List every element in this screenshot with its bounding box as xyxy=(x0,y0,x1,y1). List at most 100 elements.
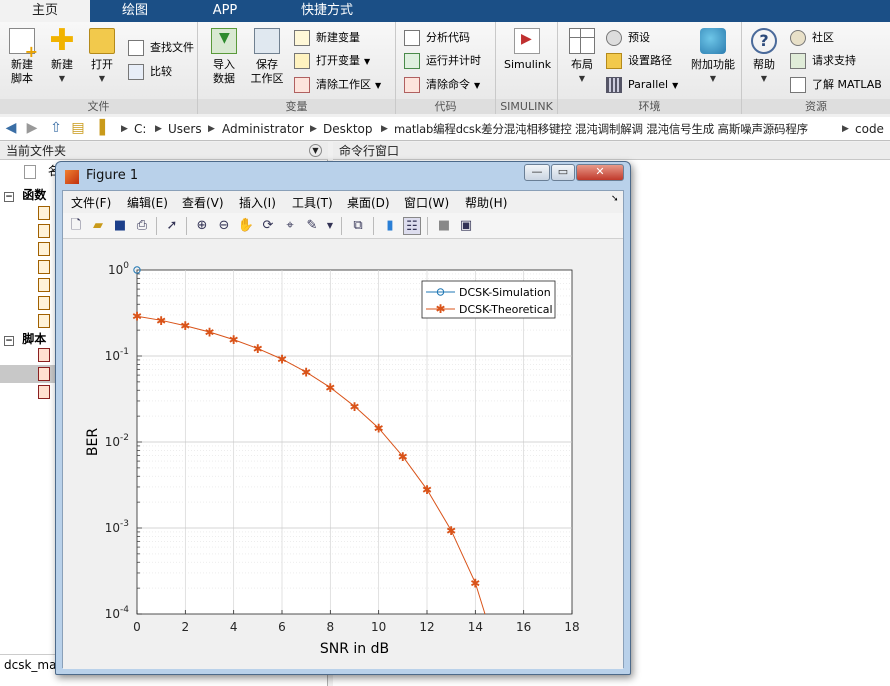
pan-icon[interactable]: ✋ xyxy=(237,217,255,235)
simulink-button[interactable]: Simulink xyxy=(504,28,551,72)
preferences-button[interactable]: 预设 xyxy=(606,28,650,48)
layout-button[interactable]: 布局 ▼ xyxy=(562,28,602,86)
set-path-button[interactable]: 设置路径 xyxy=(606,51,672,71)
new-figure-icon[interactable]: 🗋 xyxy=(67,217,85,235)
learn-matlab-button[interactable]: 了解 MATLAB xyxy=(790,75,882,95)
pointer-icon[interactable]: ➚ xyxy=(163,217,181,235)
import-label-2: 数据 xyxy=(213,72,235,85)
menu-edit[interactable]: 编辑(E) xyxy=(127,194,168,211)
menu-window[interactable]: 窗口(W) xyxy=(404,194,449,211)
forward-arrow-icon[interactable]: ▶ xyxy=(24,120,40,136)
minimize-button[interactable]: — xyxy=(524,164,550,181)
addons-button[interactable]: 附加功能 ▼ xyxy=(688,28,738,86)
collapse-icon[interactable]: − xyxy=(4,336,14,346)
group-label-resources: 资源 xyxy=(742,99,890,114)
menu-file[interactable]: 文件(F) xyxy=(71,194,111,211)
x-tick-label: 6 xyxy=(278,620,286,634)
data-cursor-icon[interactable]: ⌖ xyxy=(281,217,299,235)
function-file-icon[interactable] xyxy=(38,296,50,310)
breadcrumb-users[interactable]: Users xyxy=(168,120,202,138)
function-file-icon[interactable] xyxy=(38,278,50,292)
collapse-icon[interactable]: − xyxy=(4,192,14,202)
function-file-icon[interactable] xyxy=(38,242,50,256)
zoom-in-icon[interactable]: ⊕ xyxy=(193,217,211,235)
clear-commands-button[interactable]: 清除命令 ▼ xyxy=(404,75,480,95)
menu-desktop[interactable]: 桌面(D) xyxy=(347,194,390,211)
group-label-environment: 环境 xyxy=(558,99,741,114)
resources-group: ? 帮助 ▼ 社区 请求支持 了解 MATLAB 资源 xyxy=(742,22,890,114)
print-icon[interactable]: ⎙ xyxy=(133,217,151,235)
new-variable-button[interactable]: 新建变量 xyxy=(294,28,360,48)
import-data-button[interactable]: 导入 数据 xyxy=(204,28,244,86)
function-file-icon[interactable] xyxy=(38,224,50,238)
tab-plots[interactable]: 绘图 xyxy=(90,0,180,22)
brush-icon[interactable]: ✎ xyxy=(303,217,321,235)
show-plot-tools-icon[interactable]: ▣ xyxy=(457,217,475,235)
browse-folder-icon[interactable]: ▤ xyxy=(70,120,86,136)
new-button[interactable]: ✚ 新建 ▼ xyxy=(42,26,82,86)
hide-plot-tools-icon[interactable]: ■ xyxy=(435,217,453,235)
new-script-button[interactable]: 新建 脚本 xyxy=(2,28,42,86)
tab-shortcuts[interactable]: 快捷方式 xyxy=(270,0,384,22)
breadcrumb-code[interactable]: code xyxy=(855,120,884,138)
legend-icon[interactable]: ☷ xyxy=(403,217,421,235)
script-file-icon[interactable] xyxy=(38,348,50,362)
dock-arrow-icon[interactable]: ➘ xyxy=(611,194,619,204)
panel-menu-icon[interactable]: ▼ xyxy=(309,144,322,157)
figure-title: Figure 1 xyxy=(86,168,139,183)
tab-home[interactable]: 主页 xyxy=(0,0,90,22)
chart-legend[interactable]: DCSK-Simulation ✱ DCSK-Theoretical xyxy=(421,280,556,319)
data-point-theoretical: ✱ xyxy=(325,381,335,395)
rotate-icon[interactable]: ⟳ xyxy=(259,217,277,235)
chevron-down-icon[interactable]: ▼ xyxy=(321,217,339,235)
menu-tools[interactable]: 工具(T) xyxy=(292,194,333,211)
breadcrumb-administrator[interactable]: Administrator xyxy=(222,120,304,138)
clear-workspace-button[interactable]: 清除工作区 ▼ xyxy=(294,75,381,95)
request-support-button[interactable]: 请求支持 xyxy=(790,51,856,71)
parallel-button[interactable]: Parallel ▼ xyxy=(606,75,678,95)
find-files-button[interactable]: 查找文件 xyxy=(128,38,194,58)
ber-chart[interactable]: 0 2 4 6 8 10 12 14 16 18 100 10-1 10-2 10-3 10-4 ✱ ✱ ✱ ✱ ✱… xyxy=(63,240,623,669)
y-tick-label: 10-3 xyxy=(105,519,129,535)
link-plot-icon[interactable]: ⧉ xyxy=(349,217,367,235)
addons-icon xyxy=(700,28,726,54)
open-variable-button[interactable]: 打开变量 ▼ xyxy=(294,51,370,71)
function-file-icon[interactable] xyxy=(38,206,50,220)
zoom-out-icon[interactable]: ⊖ xyxy=(215,217,233,235)
function-file-icon[interactable] xyxy=(38,260,50,274)
script-file-icon[interactable] xyxy=(38,367,50,381)
close-button[interactable]: ✕ xyxy=(576,164,624,181)
group-label-variable: 变量 xyxy=(198,99,395,114)
up-folder-icon[interactable]: ⇧ xyxy=(48,120,64,136)
breadcrumb-project[interactable]: matlab编程dcsk差分混沌相移键控 混沌调制解调 混沌信号生成 高斯噪声源… xyxy=(394,120,808,138)
scripts-section[interactable]: − 脚本 xyxy=(4,330,46,348)
function-file-icon[interactable] xyxy=(38,314,50,328)
breadcrumb-separator: ▶ xyxy=(381,124,388,134)
breadcrumb-desktop[interactable]: Desktop xyxy=(323,120,373,138)
y-tick-label: 10-2 xyxy=(105,433,129,449)
colorbar-icon[interactable]: ▮ xyxy=(381,217,399,235)
run-and-time-button[interactable]: 运行并计时 xyxy=(404,51,481,71)
menu-help[interactable]: 帮助(H) xyxy=(465,194,507,211)
x-tick-label: 10 xyxy=(371,620,386,634)
back-arrow-icon[interactable]: ◀ xyxy=(3,120,19,136)
save-icon[interactable]: ■ xyxy=(111,217,129,235)
menu-insert[interactable]: 插入(I) xyxy=(239,194,276,211)
layout-icon xyxy=(569,28,595,54)
community-button[interactable]: 社区 xyxy=(790,28,834,48)
analyze-code-button[interactable]: 分析代码 xyxy=(404,28,470,48)
open-button[interactable]: 打开 ▼ xyxy=(82,28,122,86)
breadcrumb-drive[interactable]: C: xyxy=(134,120,146,138)
save-workspace-button[interactable]: 保存 工作区 xyxy=(246,28,288,86)
script-file-icon[interactable] xyxy=(38,385,50,399)
help-button[interactable]: ? 帮助 ▼ xyxy=(744,28,784,86)
tab-apps[interactable]: APP xyxy=(180,0,270,22)
maximize-button[interactable]: ▭ xyxy=(551,164,575,181)
data-point-theoretical: ✱ xyxy=(446,524,456,538)
functions-section[interactable]: − 函数 xyxy=(4,186,46,204)
open-file-icon[interactable]: ▰ xyxy=(89,217,107,235)
figure-titlebar[interactable]: Figure 1 — ▭ ✕ xyxy=(56,162,630,190)
set-path-label: 设置路径 xyxy=(628,54,672,67)
menu-view[interactable]: 查看(V) xyxy=(182,194,224,211)
compare-button[interactable]: 比较 xyxy=(128,62,172,82)
